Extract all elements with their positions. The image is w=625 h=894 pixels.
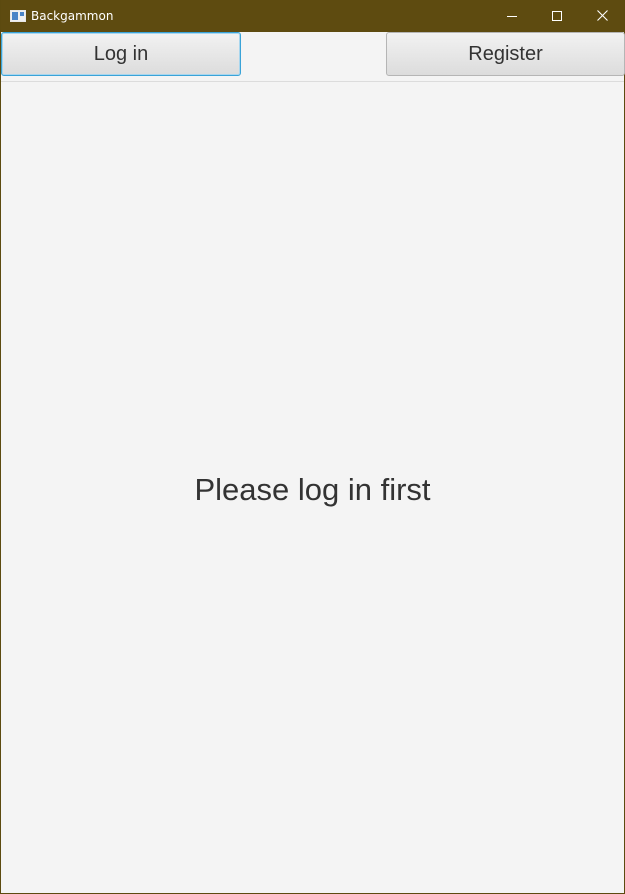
register-button[interactable]: Register [386,32,625,76]
minimize-icon [507,16,517,17]
login-button[interactable]: Log in [1,32,241,76]
app-window-icon [10,10,26,22]
window-title: Backgammon [31,9,114,23]
maximize-button[interactable] [534,0,580,32]
auth-toolbar: Log in Register [1,32,625,82]
minimize-button[interactable] [489,0,535,32]
close-button[interactable] [580,0,625,32]
title-bar[interactable]: Backgammon [1,0,624,32]
app-window: Backgammon Log in Register Please log in… [0,0,625,894]
login-required-message: Please log in first [194,472,431,507]
main-content: Please log in first [1,82,624,894]
maximize-icon [552,11,562,21]
close-icon [597,10,608,21]
